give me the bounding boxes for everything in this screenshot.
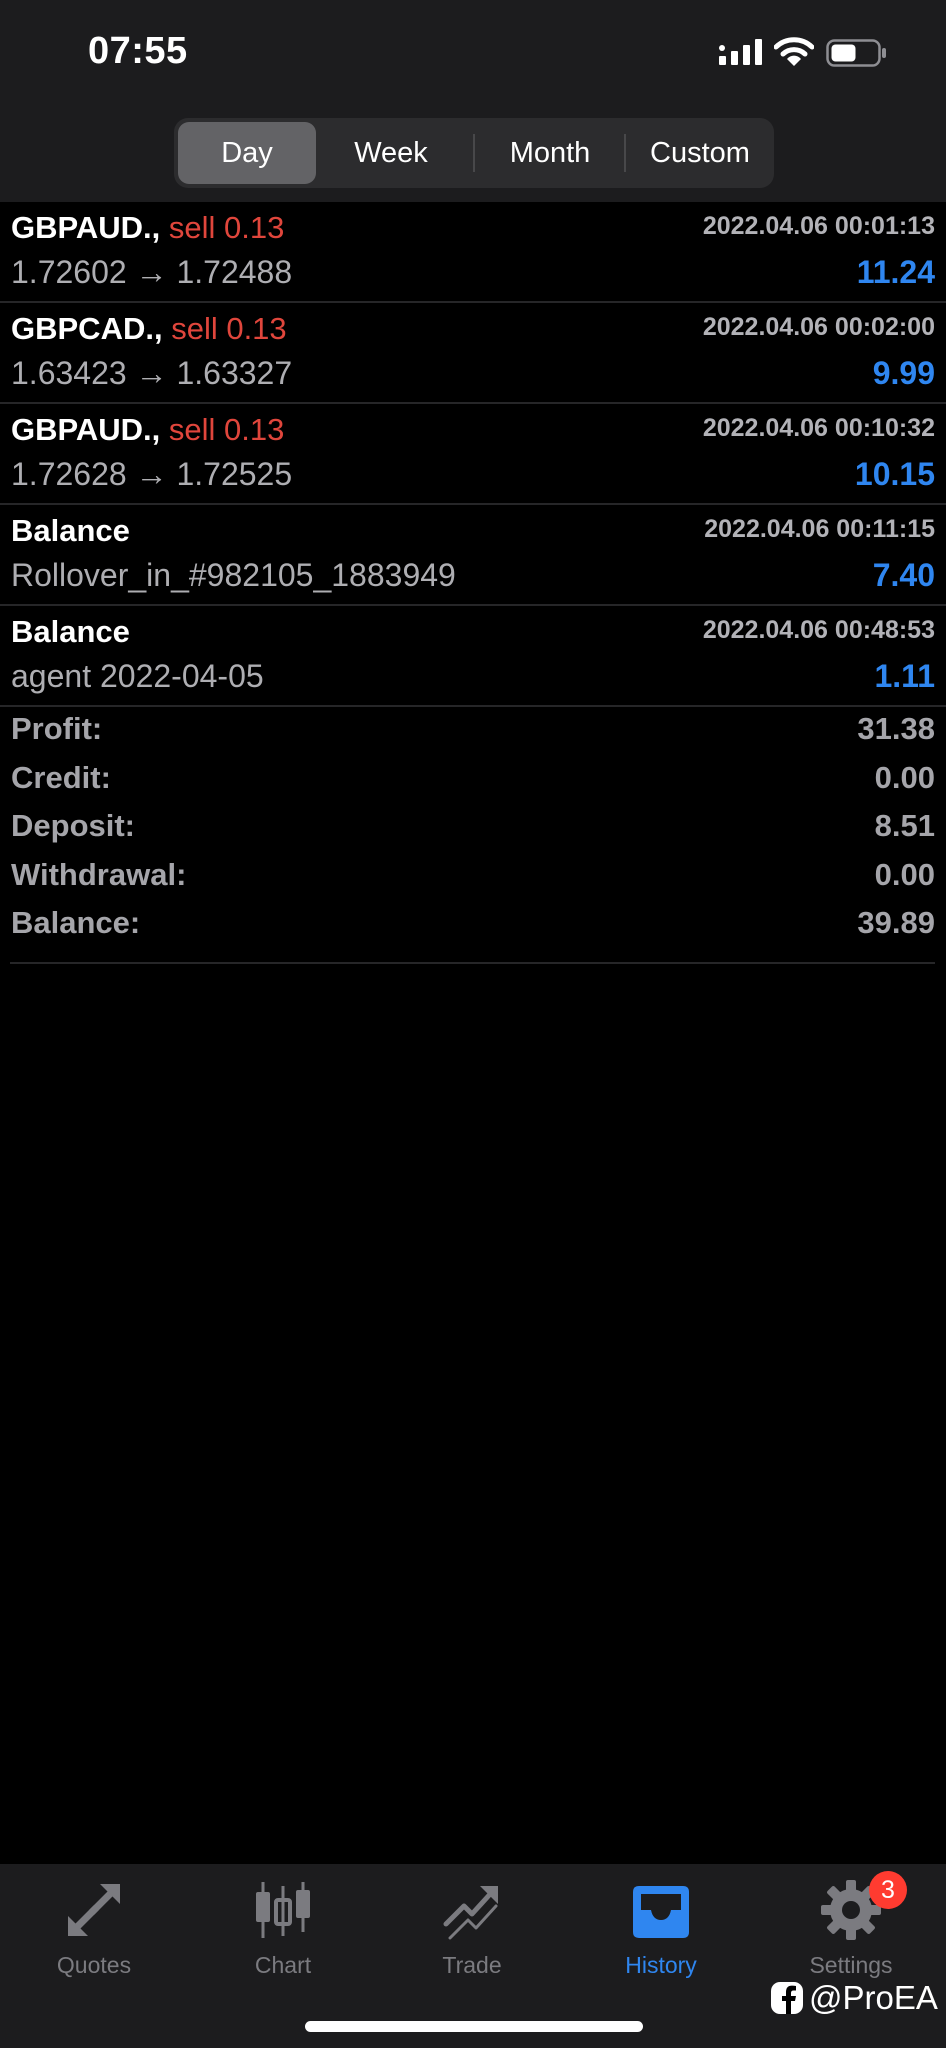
summary-value: 0.00 <box>874 759 935 795</box>
tab-label: Trade <box>442 1952 502 1978</box>
summary-label: Profit: <box>11 711 103 746</box>
tab-label: Chart <box>254 1952 312 1978</box>
deal-symbol: GBPCAD., <box>11 311 163 346</box>
summary-row-deposit: Deposit: 8.51 <box>10 806 935 855</box>
battery-icon <box>826 39 886 67</box>
deal-prices: 1.72602 → 1.72488 <box>11 254 293 290</box>
deal-profit: 1.11 <box>874 658 935 694</box>
deal-symbol: Balance <box>11 513 130 548</box>
watermark: @ProEA <box>770 1978 938 2018</box>
home-indicator <box>305 2021 643 2032</box>
deal-side: sell 0.13 <box>171 311 287 346</box>
tab-label: Quotes <box>56 1952 132 1978</box>
tab-quotes[interactable]: Quotes <box>19 1878 169 1988</box>
deal-comment: Rollover_in_#982105_1883949 <box>11 557 456 593</box>
facebook-icon <box>771 1982 803 2014</box>
deal-title: GBPAUD., sell 0.13 <box>11 210 284 246</box>
summary-row-withdrawal: Withdrawal: 0.00 <box>10 855 935 904</box>
summary-value: 31.38 <box>857 711 935 746</box>
deal-time: 2022.04.06 00:10:32 <box>702 414 935 442</box>
deal-prices: 1.72628 → 1.72525 <box>11 456 293 492</box>
deal-title: Balance <box>11 513 130 549</box>
tab-custom[interactable]: Custom <box>626 122 774 184</box>
deal-side: sell 0.13 <box>168 210 285 245</box>
candlestick-chart-icon <box>256 1882 310 1938</box>
deal-time: 2022.04.06 00:01:13 <box>702 212 935 240</box>
deal-time: 2022.04.06 00:02:00 <box>702 313 935 341</box>
tab-day[interactable]: Day <box>178 122 316 184</box>
deal-time: 2022.04.06 00:11:15 <box>704 515 935 543</box>
history-inbox-icon <box>633 1886 689 1938</box>
tab-week[interactable]: Week <box>316 122 466 184</box>
summary-value: 39.89 <box>857 905 935 940</box>
deal-symbol: GBPAUD., <box>11 412 161 447</box>
summary-label: Withdrawal: <box>11 856 187 892</box>
period-segmented-control: Day Week Month Custom <box>174 118 774 188</box>
deal-comment: agent 2022-04-05 <box>11 658 264 694</box>
summary-label: Deposit: <box>11 808 135 843</box>
trade-trend-icon <box>443 1886 498 1940</box>
summary-label: Balance: <box>11 905 141 940</box>
deal-symbol: GBPAUD., <box>11 210 161 245</box>
deal-profit: 7.40 <box>872 557 935 593</box>
tab-month[interactable]: Month <box>475 122 625 184</box>
deal-row[interactable]: GBPAUD., sell 0.13 2022.04.06 00:01:13 1… <box>0 202 946 303</box>
deal-profit: 10.15 <box>854 456 935 492</box>
summary-value: 0.00 <box>874 856 935 892</box>
deal-title: GBPCAD., sell 0.13 <box>11 311 287 347</box>
deal-row[interactable]: GBPAUD., sell 0.13 2022.04.06 00:10:32 1… <box>0 404 946 505</box>
watermark-text: @ProEA <box>809 1979 938 2016</box>
summary-label: Credit: <box>11 759 111 795</box>
deal-prices: 1.63423 → 1.63327 <box>11 355 293 391</box>
deal-row[interactable]: GBPCAD., sell 0.13 2022.04.06 00:02:00 1… <box>0 303 946 404</box>
deal-side: sell 0.13 <box>168 412 285 447</box>
header: 07:55 Day Week Month Custom <box>0 0 946 202</box>
tab-label: History <box>625 1952 697 1978</box>
settings-notification-badge: 3 <box>869 1871 907 1909</box>
summary-row-credit: Credit: 0.00 <box>10 758 935 807</box>
tab-trade[interactable]: Trade <box>397 1878 547 1988</box>
summary-row-balance: Balance: 39.89 <box>10 903 935 952</box>
deal-row[interactable]: Balance 2022.04.06 00:48:53 agent 2022-0… <box>0 606 946 707</box>
account-summary: Profit: 31.38 Credit: 0.00 Deposit: 8.51… <box>10 709 935 964</box>
wifi-icon <box>774 37 814 66</box>
deal-profit: 9.99 <box>872 355 935 391</box>
status-time: 07:55 <box>88 30 188 72</box>
tab-chart[interactable]: Chart <box>208 1878 358 1988</box>
deal-time: 2022.04.06 00:48:53 <box>702 616 935 644</box>
deal-profit: 11.24 <box>856 254 935 290</box>
summary-value: 8.51 <box>874 808 935 843</box>
tab-label: Settings <box>809 1952 893 1978</box>
quotes-arrows-icon <box>68 1884 120 1936</box>
deal-title: Balance <box>11 614 130 650</box>
history-list: GBPAUD., sell 0.13 2022.04.06 00:01:13 1… <box>0 202 946 707</box>
deal-title: GBPAUD., sell 0.13 <box>11 412 284 448</box>
tab-history[interactable]: History <box>586 1878 736 1988</box>
cellular-signal-icon <box>719 39 762 65</box>
deal-symbol: Balance <box>11 614 130 649</box>
deal-row[interactable]: Balance 2022.04.06 00:11:15 Rollover_in_… <box>0 505 946 606</box>
summary-row-profit: Profit: 31.38 <box>10 709 935 758</box>
